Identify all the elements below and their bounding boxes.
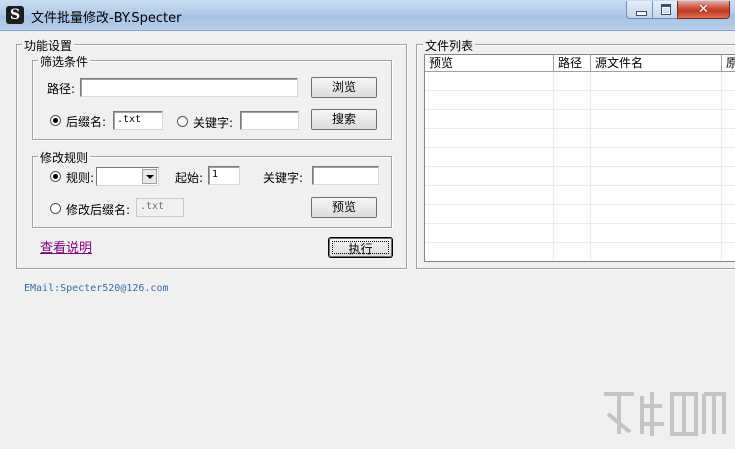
close-icon: ✕ [698, 2, 709, 17]
file-list-legend: 文件列表 [423, 37, 476, 54]
start-input[interactable]: 1 [208, 166, 240, 185]
rule-keyword-label: 关键字: [263, 171, 304, 185]
search-button[interactable]: 搜索 [311, 109, 377, 130]
rule-radio[interactable] [50, 171, 61, 182]
extension-filter-label: 后缀名: [66, 115, 107, 129]
watermark-logo [604, 392, 726, 436]
list-row[interactable] [425, 243, 735, 261]
rule-keyword-input[interactable] [312, 166, 379, 185]
minimize-icon [636, 11, 647, 16]
execute-button-label: 执行 [332, 241, 389, 256]
close-button[interactable]: ✕ [677, 1, 730, 19]
change-extension-radio[interactable] [50, 203, 61, 214]
list-row[interactable] [425, 129, 735, 148]
file-list-header: 预览 路径 源文件名 原 [425, 55, 735, 72]
list-row[interactable] [425, 110, 735, 129]
list-row[interactable] [425, 224, 735, 243]
list-row[interactable] [425, 91, 735, 110]
column-header-preview[interactable]: 预览 [425, 55, 554, 71]
execute-button[interactable]: 执行 [329, 238, 392, 257]
list-row[interactable] [425, 205, 735, 224]
filter-legend: 筛选条件 [38, 53, 91, 70]
change-extension-label: 修改后缀名: [66, 203, 131, 217]
keyword-filter-label: 关键字: [193, 116, 234, 130]
maximize-icon [661, 4, 671, 15]
function-settings-legend: 功能设置 [22, 37, 75, 54]
minimize-button[interactable] [626, 1, 653, 19]
browse-button[interactable]: 浏览 [311, 77, 377, 98]
rule-label: 规则: [66, 171, 95, 185]
rule-select[interactable] [96, 167, 159, 186]
file-list-rows [425, 72, 735, 261]
list-row[interactable] [425, 72, 735, 91]
column-header-path[interactable]: 路径 [554, 55, 591, 71]
column-header-source-name[interactable]: 源文件名 [591, 55, 722, 71]
modify-rules-legend: 修改规则 [38, 149, 91, 166]
window-controls: ✕ [626, 1, 730, 19]
title-bar[interactable]: S 文件批量修改-BY.Specter ✕ [0, 0, 735, 31]
keyword-filter-input[interactable] [240, 111, 299, 130]
app-icon[interactable]: S [6, 6, 24, 24]
file-list-view[interactable]: 预览 路径 源文件名 原 [424, 54, 735, 262]
column-header-original[interactable]: 原 [722, 55, 735, 71]
path-label: 路径: [47, 82, 76, 96]
window-title: 文件批量修改-BY.Specter [31, 11, 182, 26]
help-link[interactable]: 查看说明 [40, 237, 92, 256]
maximize-button[interactable] [652, 1, 678, 19]
extension-filter-input[interactable]: .txt [113, 111, 163, 130]
change-extension-input[interactable]: .txt [136, 198, 184, 217]
email-text: EMail:Specter520@126.com [24, 283, 169, 294]
path-input[interactable] [80, 78, 298, 97]
keyword-filter-radio[interactable] [177, 116, 188, 127]
list-row[interactable] [425, 148, 735, 167]
chevron-down-icon[interactable] [142, 169, 157, 184]
start-label: 起始: [175, 171, 204, 185]
list-row[interactable] [425, 167, 735, 186]
preview-button[interactable]: 预览 [311, 197, 377, 218]
list-row[interactable] [425, 186, 735, 205]
extension-filter-radio[interactable] [50, 115, 61, 126]
